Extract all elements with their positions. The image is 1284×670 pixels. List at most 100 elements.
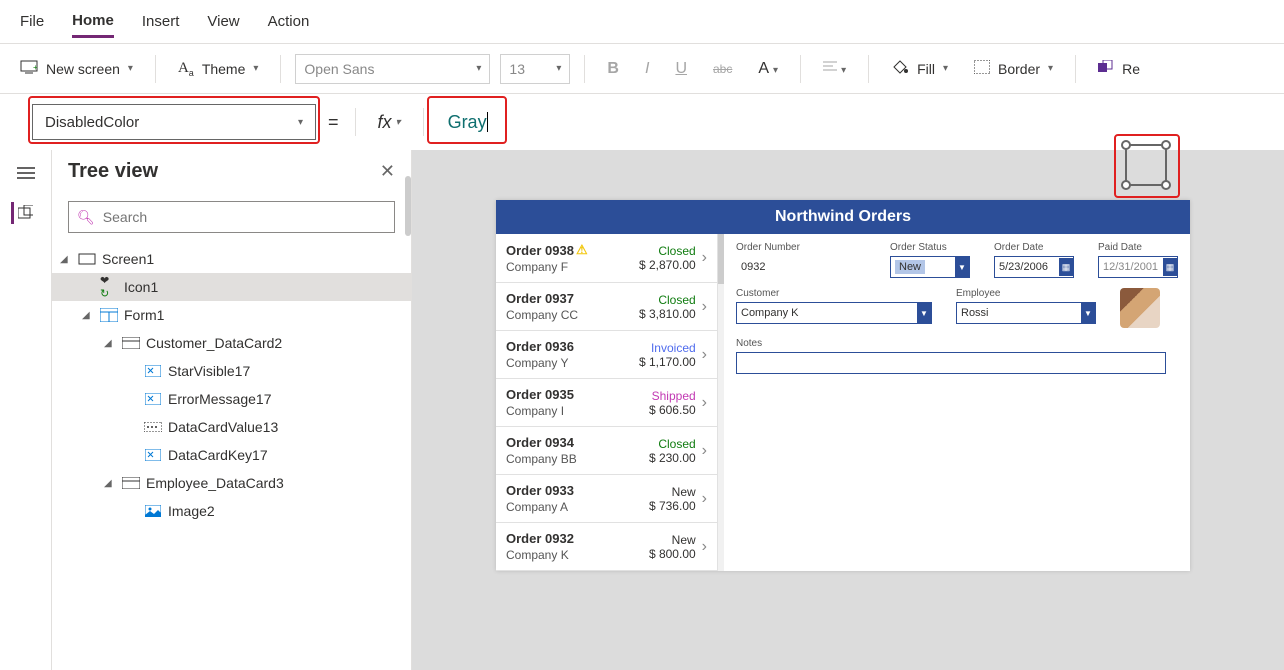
expand-toggle[interactable]: ◢ <box>104 478 116 489</box>
chevron-down-icon: ▾ <box>476 63 481 74</box>
equals-sign: = <box>328 112 339 133</box>
expand-toggle[interactable]: ◢ <box>60 254 72 265</box>
resize-handle[interactable] <box>1121 140 1131 150</box>
ribbon: + New screen ▾ Aa Theme ▾ Open Sans ▾ 13… <box>0 44 1284 94</box>
search-box[interactable]: 🔍︎ <box>68 201 395 233</box>
card-icon <box>122 336 140 350</box>
label-orderstatus: Order Status <box>890 242 970 253</box>
tree-item-label: Customer_DataCard2 <box>146 335 282 351</box>
search-wrap: 🔍︎ <box>52 193 411 241</box>
strike-button[interactable]: abc <box>705 62 740 76</box>
canvas[interactable]: Northwind Orders Order 0938⚠Company FClo… <box>412 150 1284 670</box>
expand-toggle[interactable]: ◢ <box>104 338 116 349</box>
resize-handle[interactable] <box>1121 180 1131 190</box>
menu-home[interactable]: Home <box>72 6 114 38</box>
chevron-right-icon: › <box>702 490 707 508</box>
theme-label: Theme <box>202 61 246 77</box>
menu-action[interactable]: Action <box>268 7 310 36</box>
border-button[interactable]: Border ▾ <box>966 56 1061 81</box>
reorder-button[interactable]: Re <box>1090 56 1148 81</box>
icon-icon: ❤↻ <box>100 280 118 294</box>
order-item[interactable]: Order 0935Company IShipped$ 606.50› <box>496 379 717 427</box>
scrollbar-thumb[interactable] <box>405 176 411 236</box>
property-selector[interactable]: DisabledColor ▾ <box>32 104 316 140</box>
tree-item-image2[interactable]: Image2 <box>52 497 411 525</box>
tree-item-errormessage17[interactable]: ErrorMessage17 <box>52 385 411 413</box>
italic-button[interactable]: I <box>637 60 657 78</box>
selection-box[interactable] <box>1125 144 1167 186</box>
fontcolor-button[interactable]: A▾ <box>750 60 786 78</box>
notes-input[interactable] <box>736 352 1166 374</box>
order-company: Company K <box>506 548 649 562</box>
tree-view-icon[interactable] <box>11 202 33 224</box>
order-item[interactable]: Order 0936Company YInvoiced$ 1,170.00› <box>496 331 717 379</box>
scrollbar-thumb[interactable] <box>718 234 724 284</box>
order-scrollbar[interactable] <box>718 234 724 571</box>
chevron-down-icon: ▾ <box>253 63 258 74</box>
order-company: Company CC <box>506 308 639 322</box>
expand-toggle[interactable]: ◢ <box>82 310 94 321</box>
customer-dropdown[interactable]: Company K▼ <box>736 302 932 324</box>
fontsize-dropdown[interactable]: 13 ▾ <box>500 54 570 84</box>
tree-item-screen1[interactable]: ◢Screen1 <box>52 245 411 273</box>
tree-item-label: Icon1 <box>124 279 158 295</box>
employee-dropdown[interactable]: Rossi▼ <box>956 302 1096 324</box>
resize-handle[interactable] <box>1161 180 1171 190</box>
font-dropdown[interactable]: Open Sans ▾ <box>295 54 490 84</box>
order-status: Invoiced <box>639 341 696 355</box>
paiddate-field[interactable]: 12/31/2001 ▦ <box>1098 256 1178 278</box>
ctrl-icon <box>144 448 162 462</box>
order-item[interactable]: Order 0938⚠Company FClosed$ 2,870.00› <box>496 234 717 283</box>
separator <box>868 55 869 83</box>
align-button[interactable]: ▾ <box>815 60 854 78</box>
tree-item-form1[interactable]: ◢Form1 <box>52 301 411 329</box>
text-cursor <box>487 112 488 132</box>
new-screen-icon: + <box>20 60 38 77</box>
tree-item-label: DataCardValue13 <box>168 419 278 435</box>
order-item[interactable]: Order 0932Company KNew$ 800.00› <box>496 523 717 571</box>
tree-item-employee_datacard3[interactable]: ◢Employee_DataCard3 <box>52 469 411 497</box>
menu-insert[interactable]: Insert <box>142 7 180 36</box>
chevron-down-icon: ▾ <box>556 63 561 74</box>
menu-file[interactable]: File <box>20 7 44 36</box>
orderstatus-dropdown[interactable]: New▼ <box>890 256 970 278</box>
calendar-icon: ▦ <box>1163 258 1177 276</box>
formula-input[interactable]: Gray <box>440 104 1272 140</box>
tree-item-icon1[interactable]: ❤↻ Icon1 <box>52 273 411 301</box>
order-company: Company BB <box>506 452 649 466</box>
underline-button[interactable]: U <box>667 60 695 78</box>
order-item[interactable]: Order 0933Company ANew$ 736.00› <box>496 475 717 523</box>
tree-item-datacardkey17[interactable]: DataCardKey17 <box>52 441 411 469</box>
chevron-down-icon: ▾ <box>298 117 303 128</box>
resize-handle[interactable] <box>1161 140 1171 150</box>
paiddate-value: 12/31/2001 <box>1103 261 1158 273</box>
app-title: Northwind Orders <box>775 208 911 226</box>
order-amount: $ 3,810.00 <box>639 307 696 321</box>
tree-item-starvisible17[interactable]: StarVisible17 <box>52 357 411 385</box>
menu-bar: File Home Insert View Action <box>0 0 1284 44</box>
order-amount: $ 230.00 <box>649 451 696 465</box>
order-amount: $ 800.00 <box>649 547 696 561</box>
border-icon <box>974 60 990 77</box>
new-screen-button[interactable]: + New screen ▾ <box>12 56 141 81</box>
theme-button[interactable]: Aa Theme ▾ <box>170 56 266 82</box>
chevron-down-icon: ▾ <box>128 63 133 74</box>
bold-button[interactable]: B <box>599 60 627 78</box>
fx-button[interactable]: fx▾ <box>372 112 407 133</box>
tree-item-datacardvalue13[interactable]: DataCardValue13 <box>52 413 411 441</box>
order-company: Company I <box>506 404 649 418</box>
orderdate-field[interactable]: 5/23/2006▦ <box>994 256 1074 278</box>
tree-item-customer_datacard2[interactable]: ◢ Customer_DataCard2 <box>52 329 411 357</box>
menu-view[interactable]: View <box>207 7 239 36</box>
order-id: Order 0938⚠ <box>506 242 639 258</box>
order-item[interactable]: Order 0934Company BBClosed$ 230.00› <box>496 427 717 475</box>
image-icon <box>144 504 162 518</box>
tree-panel: Tree view ✕ 🔍︎ ◢Screen1❤↻Icon1◢Form1◢Cus… <box>52 150 412 670</box>
search-input[interactable] <box>103 209 386 225</box>
order-detail: Order Number 0932 Order Status New▼ Orde… <box>724 234 1190 571</box>
close-icon[interactable]: ✕ <box>380 161 395 182</box>
order-id: Order 0934 <box>506 435 649 450</box>
fill-button[interactable]: Fill ▾ <box>883 55 956 82</box>
order-item[interactable]: Order 0937Company CCClosed$ 3,810.00› <box>496 283 717 331</box>
hamburger-icon[interactable] <box>15 162 37 184</box>
